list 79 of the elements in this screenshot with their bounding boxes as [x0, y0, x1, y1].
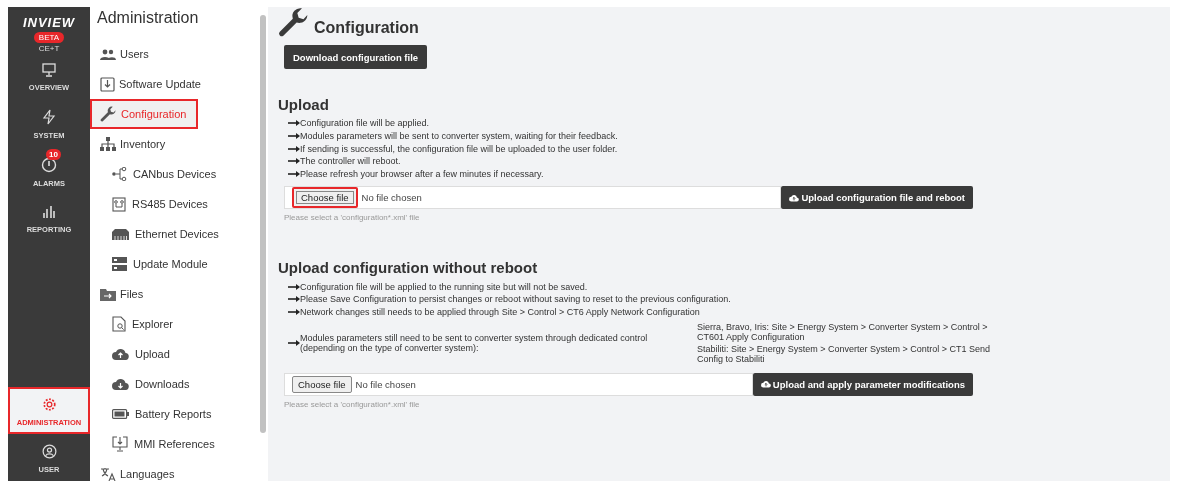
monitor-icon	[42, 63, 56, 77]
file-status: No file chosen	[355, 378, 416, 390]
users-icon	[100, 48, 116, 60]
arrow-icon	[288, 171, 300, 178]
download-button[interactable]: Download configuration file	[284, 45, 428, 69]
menu-item[interactable]: Explorer	[90, 309, 258, 339]
ethernet-port-icon	[112, 228, 129, 240]
choose-file-button[interactable]: Choose file	[292, 187, 358, 209]
note-text: The controller will reboot.	[300, 156, 401, 167]
file-input[interactable]: Choose file No file chosen	[284, 186, 782, 210]
menu-item[interactable]: CANbus Devices	[90, 159, 258, 189]
upload-button[interactable]: Upload and apply parameter modifications	[752, 372, 973, 396]
note-text: Configuration file will be applied.	[300, 118, 430, 129]
alarm-count-badge: 10	[46, 149, 61, 160]
translate-icon	[100, 467, 116, 481]
note-text: Please Save Configuration to persist changes or reboot without saving to reset to the previous configuration.	[300, 294, 731, 305]
menu-item[interactable]: Inventory	[90, 129, 258, 159]
download-icon	[100, 76, 115, 92]
menu-item[interactable]: Software Update	[90, 69, 258, 99]
menu-item[interactable]: Users	[90, 39, 258, 69]
alert-circle-icon	[41, 157, 57, 173]
menu-item[interactable]: Configuration	[90, 99, 198, 129]
hint-text: Please select a 'configuration*.xml' file	[284, 213, 421, 223]
menu-item[interactable]: Ethernet Devices	[90, 219, 258, 249]
menu-item[interactable]: Battery Reports	[90, 399, 258, 429]
brand-subtitle: CE+T	[38, 44, 60, 53]
cloud-upload-icon	[112, 348, 129, 360]
note-text: Modules parameters will be sent to converter system, waiting for their feedback.	[300, 131, 618, 142]
hint-text: Please select a 'configuration*.xml' file	[284, 399, 421, 409]
note-detail: Sierra, Bravo, Iris: Site > Energy System > Converter System > Control > CT601 Apply Configuration	[697, 321, 989, 342]
beta-badge: BETA	[33, 32, 65, 43]
note-text: Configuration file will be applied to the running site but will not be saved.	[300, 281, 588, 292]
user-icon	[41, 444, 57, 459]
menu-title: Administration	[97, 9, 200, 27]
bar-chart-icon	[42, 205, 56, 219]
wrench-icon	[100, 105, 117, 123]
choose-file-button[interactable]: Choose file	[292, 375, 352, 393]
cloud-upload-icon	[760, 380, 771, 388]
circuit-board-icon	[112, 196, 126, 212]
menu-item[interactable]: Downloads	[90, 369, 258, 399]
cloud-download-icon	[112, 378, 129, 390]
page-title: Configuration	[314, 19, 419, 37]
menu-item[interactable]: Upload	[90, 339, 258, 369]
file-status: No file chosen	[361, 192, 422, 204]
menu-item[interactable]: Update Module	[90, 249, 258, 279]
arrow-icon	[288, 158, 300, 165]
hierarchy-icon	[100, 137, 116, 151]
note-text: Network changes still needs to be applied through Site > Control > CT6 Apply Network Configuration	[300, 307, 700, 318]
section-heading: Upload	[278, 96, 330, 113]
note-text: Modules parameters still need to be sent to converter system through dedicated control (depending on the type of converter system):	[300, 332, 649, 353]
server-icon	[112, 257, 127, 271]
settings-icon	[41, 397, 57, 412]
logo: INVIEW	[22, 15, 76, 30]
file-search-icon	[112, 316, 126, 332]
section-heading: Upload configuration without reboot	[278, 259, 539, 277]
arrow-icon	[288, 309, 300, 316]
folder-icon	[100, 287, 116, 301]
scrollbar[interactable]	[260, 15, 266, 433]
wrench-icon	[278, 7, 310, 39]
arrow-icon	[288, 283, 300, 290]
menu-item[interactable]: Files	[90, 279, 258, 309]
menu-item[interactable]: MMI References	[90, 429, 258, 459]
upload-button[interactable]: Upload configuration file and reboot	[781, 186, 973, 210]
lightning-icon	[42, 109, 56, 125]
note-detail: Stabiliti: Site > Energy System > Converter System > Control > CT1 Send Config to Stabiliti	[697, 343, 992, 364]
monitor-download-icon	[112, 436, 128, 452]
note-text: If sending is successful, the configuration file will be uploaded to the user folder.	[300, 143, 618, 154]
battery-icon	[112, 409, 129, 419]
arrow-icon	[288, 296, 300, 303]
note-text: Please refresh your browser after a few minutes if necessary.	[300, 169, 544, 180]
arrow-icon	[288, 145, 300, 152]
network-nodes-icon	[112, 167, 127, 181]
file-input[interactable]: Choose file No file chosen	[284, 372, 753, 396]
arrow-icon	[288, 339, 300, 346]
cloud-upload-icon	[789, 193, 800, 202]
arrow-icon	[288, 120, 300, 127]
menu-item[interactable]: Languages	[90, 459, 258, 481]
arrow-icon	[288, 133, 300, 140]
menu-item[interactable]: RS485 Devices	[90, 189, 258, 219]
